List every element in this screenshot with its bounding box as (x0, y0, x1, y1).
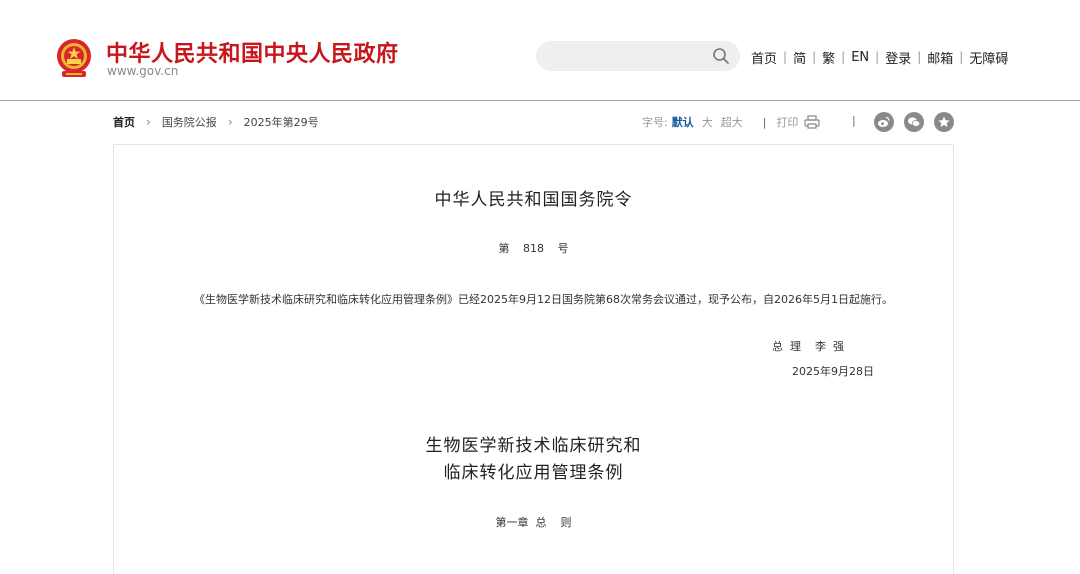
nav-separator: | (959, 50, 964, 64)
nav-simplified[interactable]: 简 (793, 48, 806, 67)
regulation-title-line-2: 临床转化应用管理条例 (443, 463, 624, 483)
chapter-heading: 第一章 总 则 (495, 516, 572, 529)
top-nav: 首页 | 简 | 繁 | EN | 登录 | 邮箱 | 无障碍 (751, 48, 1008, 67)
signer: 总 理 李 强 (772, 340, 844, 353)
order-number: 第 818 号 (498, 242, 569, 255)
breadcrumb-issue[interactable]: 2025年第29号 (244, 114, 319, 130)
nav-english[interactable]: EN (851, 50, 869, 65)
font-size-default[interactable]: 默认 (672, 114, 694, 130)
national-emblem-icon[interactable] (54, 37, 94, 81)
site-header: 中华人民共和国中央人民政府 www.gov.cn 首页 | 简 | 繁 | EN… (0, 0, 1080, 101)
chevron-right-icon: › (146, 115, 151, 129)
order-body-text: 《生物医学新技术临床研究和临床转化应用管理条例》已经2025年9月12日国务院第… (194, 293, 893, 306)
print-label: 打印 (776, 116, 799, 129)
nav-separator: | (841, 50, 846, 64)
font-size-xlarge[interactable]: 超大 (721, 114, 743, 130)
tools-divider: | (852, 114, 856, 127)
nav-separator: | (783, 50, 788, 64)
order-title: 中华人民共和国国务院令 (434, 190, 633, 210)
font-size-label: 字号: (642, 116, 668, 129)
printer-icon (804, 115, 821, 129)
sign-date: 2025年9月28日 (792, 365, 874, 378)
search-box (536, 41, 740, 71)
nav-mailbox[interactable]: 邮箱 (927, 48, 953, 67)
article-tools: 字号: 默认 大 超大 | 打印 (642, 113, 821, 131)
tools-divider: | (762, 115, 767, 129)
regulation-title: 生物医学新技术临床研究和 临床转化应用管理条例 (0, 433, 1067, 487)
nav-home[interactable]: 首页 (751, 48, 777, 67)
search-input[interactable] (550, 46, 710, 66)
breadcrumb-home[interactable]: 首页 (113, 114, 135, 130)
breadcrumb: 首页 › 国务院公报 › 2025年第29号 (113, 114, 319, 130)
favorite-icon[interactable] (934, 112, 954, 132)
breadcrumb-section[interactable]: 国务院公报 (162, 114, 217, 130)
print-button[interactable]: 打印 (776, 114, 821, 130)
nav-login[interactable]: 登录 (885, 48, 911, 67)
font-size-large[interactable]: 大 (702, 114, 713, 130)
site-url[interactable]: www.gov.cn (107, 64, 178, 78)
chevron-right-icon: › (227, 115, 233, 129)
nav-traditional[interactable]: 繁 (822, 48, 835, 67)
weibo-icon[interactable] (874, 112, 894, 132)
nav-accessibility[interactable]: 无障碍 (969, 48, 1008, 67)
regulation-title-line-1: 生物医学新技术临床研究和 (425, 436, 642, 456)
nav-separator: | (812, 50, 817, 64)
search-icon[interactable] (712, 47, 730, 65)
nav-separator: | (917, 50, 922, 64)
nav-separator: | (875, 50, 880, 64)
wechat-icon[interactable] (904, 112, 924, 132)
